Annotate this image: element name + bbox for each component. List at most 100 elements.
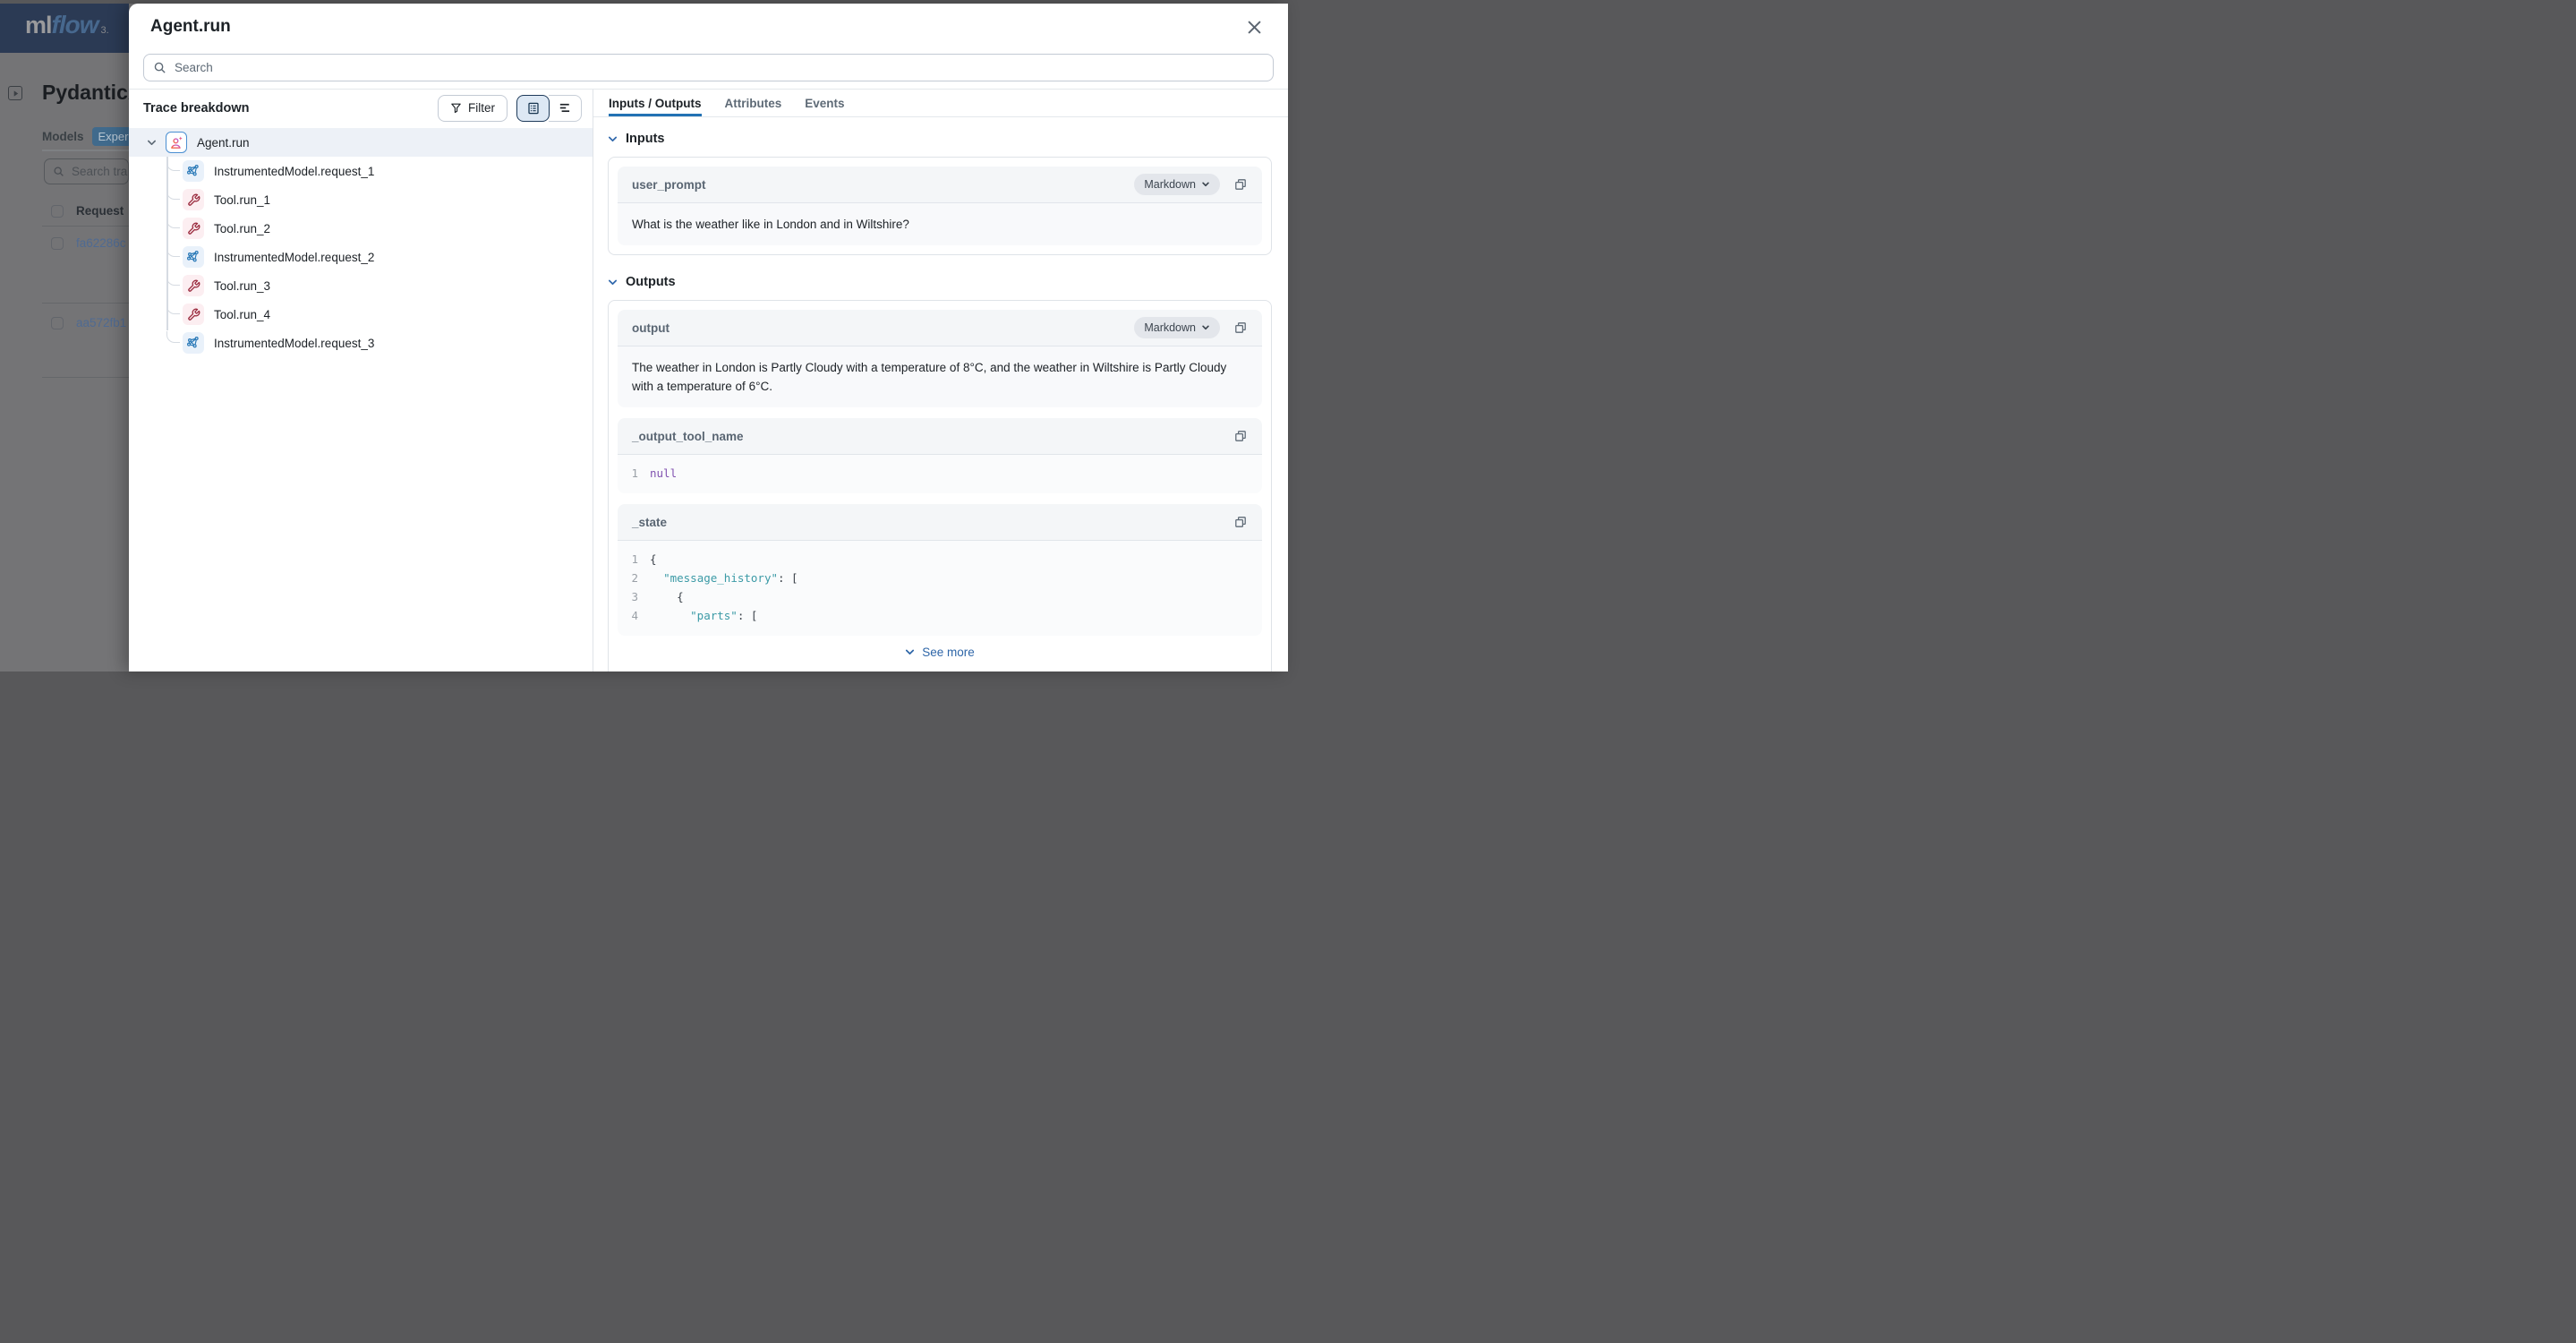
detail-scroll-area[interactable]: Inputs user_prompt Markdown xyxy=(593,117,1288,672)
trace-detail-drawer: Agent.run Trace breakdown Filter xyxy=(129,4,1288,672)
renderer-select[interactable]: Markdown xyxy=(1134,174,1220,195)
sidebar-toggle-icon xyxy=(8,86,22,100)
mlflow-navbar: mlflow3. xyxy=(0,4,129,53)
wrench-icon xyxy=(183,275,204,296)
state-code: 1{ 2 "message_history": [ 3 { 4 "pa xyxy=(618,541,1262,636)
tab-events[interactable]: Events xyxy=(805,90,844,116)
logo-ml: ml xyxy=(25,12,52,38)
param-title: user_prompt xyxy=(632,178,706,192)
see-more-row: See more xyxy=(618,636,1262,672)
chevron-down-icon xyxy=(1201,323,1210,332)
tree-item-label: InstrumentedModel.request_1 xyxy=(214,165,374,178)
row-checkbox xyxy=(51,237,64,250)
chevron-down-icon xyxy=(608,278,618,287)
user-prompt-value: What is the weather like in London and i… xyxy=(618,203,1262,245)
chevron-down-icon xyxy=(608,134,618,144)
json-null-value: null xyxy=(650,464,677,483)
trace-request-link: fa62286c xyxy=(76,236,126,250)
inputs-card: user_prompt Markdown xyxy=(608,157,1272,255)
output-value: The weather in London is Partly Cloudy w… xyxy=(618,346,1262,407)
trace-breakdown-heading: Trace breakdown xyxy=(143,101,249,115)
filter-label: Filter xyxy=(468,101,495,115)
output-tool-name-card: _output_tool_name 1 null xyxy=(618,418,1262,493)
tree-item-label: InstrumentedModel.request_2 xyxy=(214,251,374,264)
copy-icon xyxy=(1233,321,1248,335)
model-icon xyxy=(183,160,204,182)
inputs-section-toggle[interactable]: Inputs xyxy=(608,132,1272,146)
search-icon xyxy=(53,166,64,177)
outputs-card: output Markdown xyxy=(608,300,1272,672)
copy-icon xyxy=(1233,429,1248,443)
close-icon xyxy=(1248,21,1261,34)
experiment-title: PydanticA xyxy=(42,81,130,105)
inputs-heading: Inputs xyxy=(626,132,665,146)
copy-button[interactable] xyxy=(1233,177,1248,192)
outputs-section-toggle[interactable]: Outputs xyxy=(608,275,1272,289)
tree-item-span[interactable]: InstrumentedModel.request_3 xyxy=(129,329,593,357)
user-prompt-card: user_prompt Markdown xyxy=(618,167,1262,245)
agent-icon xyxy=(166,132,187,153)
trace-search-placeholder: Search tra xyxy=(72,165,127,178)
line-number: 1 xyxy=(618,464,650,483)
line-number: 2 xyxy=(618,569,650,587)
tree-item-span[interactable]: Tool.run_3 xyxy=(129,271,593,300)
tree-item-label: Tool.run_4 xyxy=(214,308,270,321)
see-more-button[interactable]: See more xyxy=(905,646,975,659)
timeline-view-toggle[interactable] xyxy=(549,95,582,122)
copy-button[interactable] xyxy=(1233,515,1248,529)
chevron-down-icon xyxy=(1201,180,1210,189)
view-toggle-group xyxy=(516,95,582,122)
line-number: 4 xyxy=(618,606,650,625)
detail-view-toggle[interactable] xyxy=(516,95,550,122)
drawer-search-field[interactable] xyxy=(143,54,1274,81)
table-row: aa572fb1 xyxy=(51,316,126,329)
tab-attributes[interactable]: Attributes xyxy=(725,90,782,116)
trace-search-field: Search tra xyxy=(44,158,129,184)
span-tree: Agent.run InstrumentedModel.request_1 To… xyxy=(129,126,593,357)
tree-item-span[interactable]: Tool.run_2 xyxy=(129,214,593,243)
tree-item-agent-run[interactable]: Agent.run xyxy=(129,128,593,157)
param-title: _output_tool_name xyxy=(632,430,744,443)
tree-item-span[interactable]: InstrumentedModel.request_1 xyxy=(129,157,593,185)
copy-button[interactable] xyxy=(1233,321,1248,335)
tree-item-span[interactable]: InstrumentedModel.request_2 xyxy=(129,243,593,271)
wrench-icon xyxy=(183,218,204,239)
tree-item-label: InstrumentedModel.request_3 xyxy=(214,337,374,350)
tree-item-span[interactable]: Tool.run_4 xyxy=(129,300,593,329)
copy-button[interactable] xyxy=(1233,429,1248,443)
state-card: _state 1{ xyxy=(618,504,1262,636)
tree-item-label: Tool.run_3 xyxy=(214,279,270,293)
chevron-down-icon xyxy=(147,138,157,148)
wrench-icon xyxy=(183,304,204,325)
list-detail-icon xyxy=(526,101,541,115)
tab-inputs-outputs[interactable]: Inputs / Outputs xyxy=(609,90,702,116)
filter-button[interactable]: Filter xyxy=(438,95,508,122)
tab-models: Models xyxy=(42,130,84,143)
chevron-down-icon xyxy=(905,647,915,657)
line-number: 1 xyxy=(618,550,650,569)
logo-flow: flow xyxy=(52,11,98,38)
request-column-header: Request xyxy=(76,204,124,218)
copy-icon xyxy=(1233,177,1248,192)
close-button[interactable] xyxy=(1244,17,1265,38)
trace-breakdown-panel: Trace breakdown Filter xyxy=(129,90,593,672)
span-detail-panel: Inputs / Outputs Attributes Events Input… xyxy=(593,90,1288,672)
output-card: output Markdown xyxy=(618,310,1262,407)
row-checkbox xyxy=(51,317,64,329)
param-title: output xyxy=(632,321,670,335)
line-number: 3 xyxy=(618,587,650,606)
renderer-label: Markdown xyxy=(1144,321,1196,334)
logo-version: 3. xyxy=(101,25,109,36)
renderer-select[interactable]: Markdown xyxy=(1134,317,1220,338)
drawer-title: Agent.run xyxy=(150,17,231,37)
search-icon xyxy=(153,61,166,74)
trace-request-link: aa572fb1 xyxy=(76,316,126,329)
screen: mlflow3. PydanticA Models Experi Search … xyxy=(0,0,1288,672)
select-all-checkbox xyxy=(51,205,64,218)
search-input[interactable] xyxy=(175,61,1264,74)
gantt-icon xyxy=(558,100,573,115)
renderer-label: Markdown xyxy=(1144,178,1196,191)
tree-item-label: Tool.run_1 xyxy=(214,193,270,207)
tree-item-span[interactable]: Tool.run_1 xyxy=(129,185,593,214)
detail-tabbar: Inputs / Outputs Attributes Events xyxy=(593,90,1288,117)
